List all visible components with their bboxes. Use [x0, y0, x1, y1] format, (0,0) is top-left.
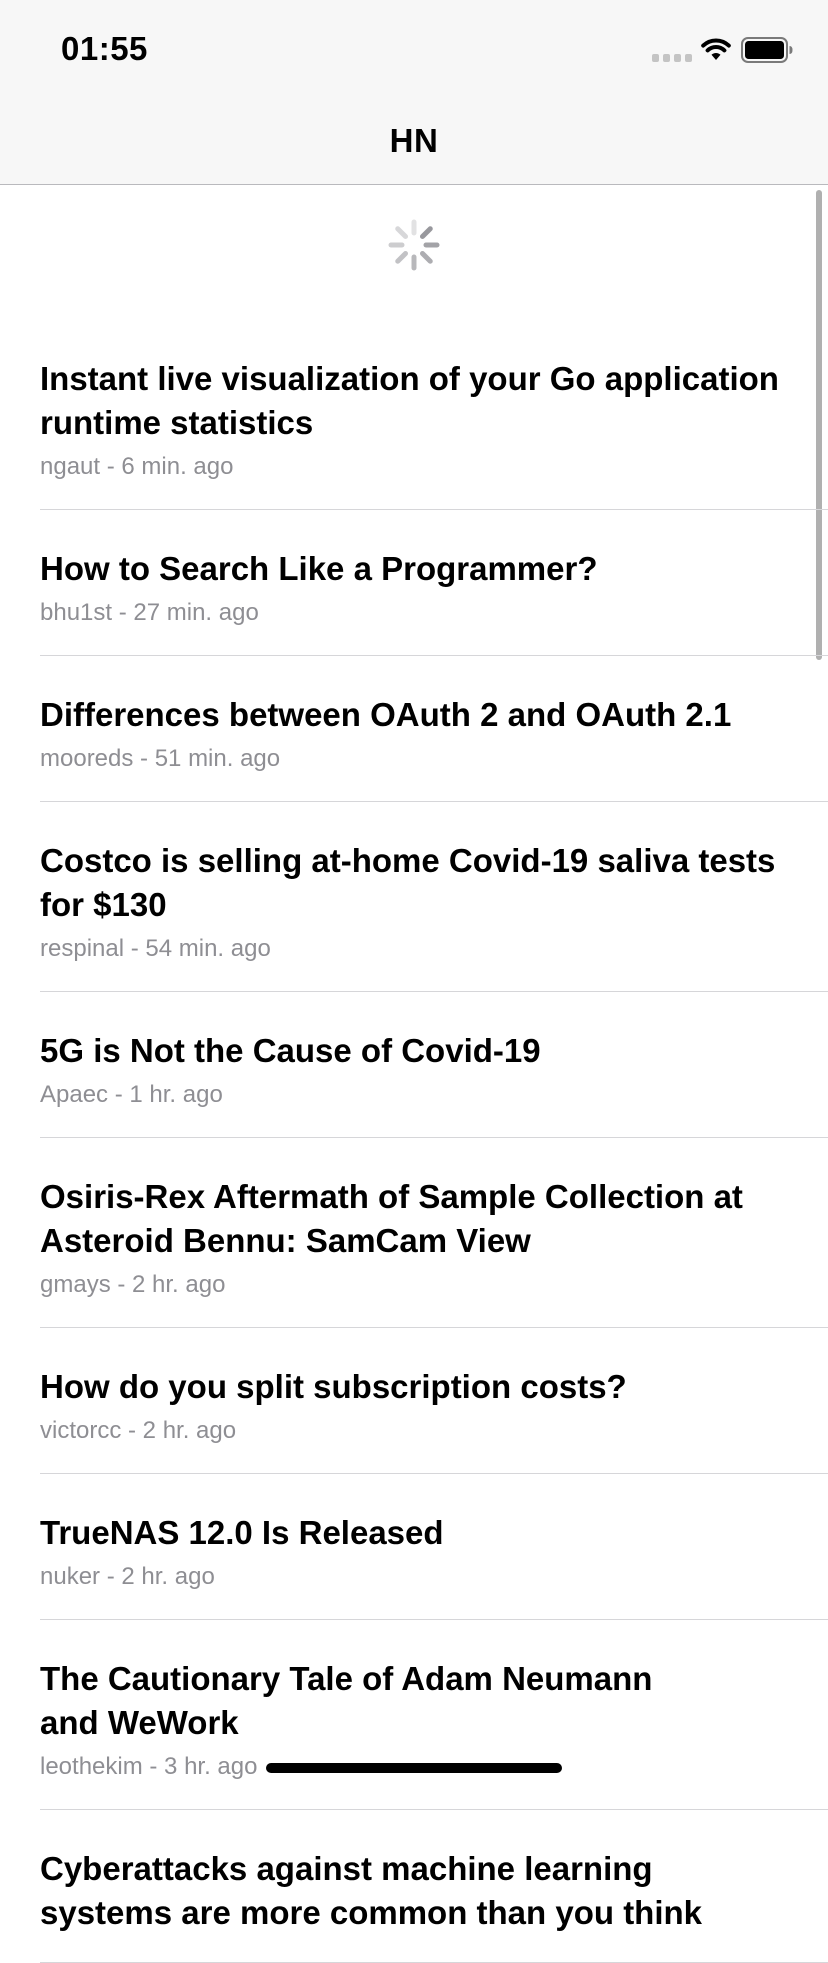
- story-meta: mooreds - 51 min. ago: [40, 744, 788, 774]
- story-meta: ngaut - 6 min. ago: [40, 452, 788, 482]
- story-title: How to Search Like a Programmer?: [40, 550, 598, 587]
- story-author: gmays: [40, 1271, 111, 1298]
- meta-separator: -: [112, 599, 134, 626]
- status-bar: 01:55: [0, 0, 828, 100]
- story-row[interactable]: TrueNAS 12.0 Is Released nuker - 2 hr. a…: [0, 1474, 828, 1620]
- story-author: nuker: [40, 1563, 101, 1590]
- story-title: Costco is selling at-home Covid-19 saliv…: [40, 842, 776, 923]
- story-title: Osiris-Rex Aftermath of Sample Collectio…: [40, 1178, 743, 1259]
- meta-separator: -: [121, 1417, 143, 1444]
- cellular-signal-icon: [652, 54, 692, 62]
- story-age: 54 min. ago: [145, 935, 271, 962]
- story-row[interactable]: Cyberattacks against machine learning sy…: [0, 1810, 828, 1963]
- story-title: Cyberattacks against machine learning sy…: [40, 1850, 703, 1931]
- story-age: 1 hr. ago: [129, 1081, 223, 1108]
- meta-separator: -: [100, 1563, 122, 1590]
- story-row[interactable]: Osiris-Rex Aftermath of Sample Collectio…: [0, 1138, 828, 1328]
- story-age: 27 min. ago: [133, 599, 259, 626]
- navigation-bar: HN: [0, 100, 828, 185]
- story-row[interactable]: How to Search Like a Programmer? bhu1st …: [0, 510, 828, 656]
- story-meta: nuker - 2 hr. ago: [40, 1562, 788, 1592]
- story-title: How do you split subscription costs?: [40, 1368, 627, 1405]
- story-author: mooreds: [40, 745, 134, 772]
- story-age: 6 min. ago: [121, 453, 234, 480]
- story-meta: respinal - 54 min. ago: [40, 934, 788, 964]
- story-age: 3 hr. ago: [164, 1753, 258, 1780]
- story-title: TrueNAS 12.0 Is Released: [40, 1514, 444, 1551]
- wifi-icon: [701, 38, 731, 60]
- loading-spinner-icon: [388, 219, 440, 271]
- story-author: Apaec: [40, 1081, 109, 1108]
- story-meta: Apaec - 1 hr. ago: [40, 1080, 788, 1110]
- meta-separator: -: [133, 745, 155, 772]
- story-age: 51 min. ago: [154, 745, 281, 772]
- story-row[interactable]: 5G is Not the Cause of Covid-19 Apaec - …: [0, 992, 828, 1138]
- story-author: leothekim: [40, 1753, 143, 1780]
- story-row[interactable]: The Cautionary Tale of Adam Neumann and …: [0, 1620, 828, 1810]
- meta-separator: -: [110, 1271, 133, 1298]
- story-author: bhu1st: [40, 599, 113, 626]
- story-row[interactable]: Instant live visualization of your Go ap…: [0, 320, 828, 510]
- story-meta: victorcc - 2 hr. ago: [40, 1416, 788, 1446]
- story-row[interactable]: How do you split subscription costs? vic…: [0, 1328, 828, 1474]
- meta-separator: -: [142, 1753, 165, 1780]
- story-author: ngaut: [40, 453, 101, 480]
- story-title: Differences between OAuth 2 and OAuth 2.…: [40, 696, 732, 733]
- story-row[interactable]: Costco is selling at-home Covid-19 saliv…: [0, 802, 828, 992]
- story-row[interactable]: Differences between OAuth 2 and OAuth 2.…: [0, 656, 828, 802]
- story-meta: bhu1st - 27 min. ago: [40, 598, 788, 628]
- home-indicator[interactable]: [266, 1763, 562, 1773]
- story-age: 2 hr. ago: [121, 1563, 215, 1590]
- story-meta: gmays - 2 hr. ago: [40, 1270, 788, 1300]
- page-title: HN: [389, 122, 439, 159]
- meta-separator: -: [124, 935, 146, 962]
- story-title: 5G is Not the Cause of Covid-19: [40, 1032, 541, 1069]
- status-time: 01:55: [61, 30, 148, 67]
- story-list: Instant live visualization of your Go ap…: [0, 320, 828, 1963]
- story-age: 2 hr. ago: [142, 1417, 237, 1444]
- story-age: 2 hr. ago: [132, 1271, 226, 1298]
- story-title: The Cautionary Tale of Adam Neumann and …: [40, 1660, 653, 1741]
- story-author: victorcc: [40, 1417, 122, 1444]
- battery-icon: [741, 37, 793, 63]
- story-title: Instant live visualization of your Go ap…: [40, 360, 779, 441]
- story-author: respinal: [40, 935, 125, 962]
- meta-separator: -: [100, 453, 122, 480]
- meta-separator: -: [108, 1081, 130, 1108]
